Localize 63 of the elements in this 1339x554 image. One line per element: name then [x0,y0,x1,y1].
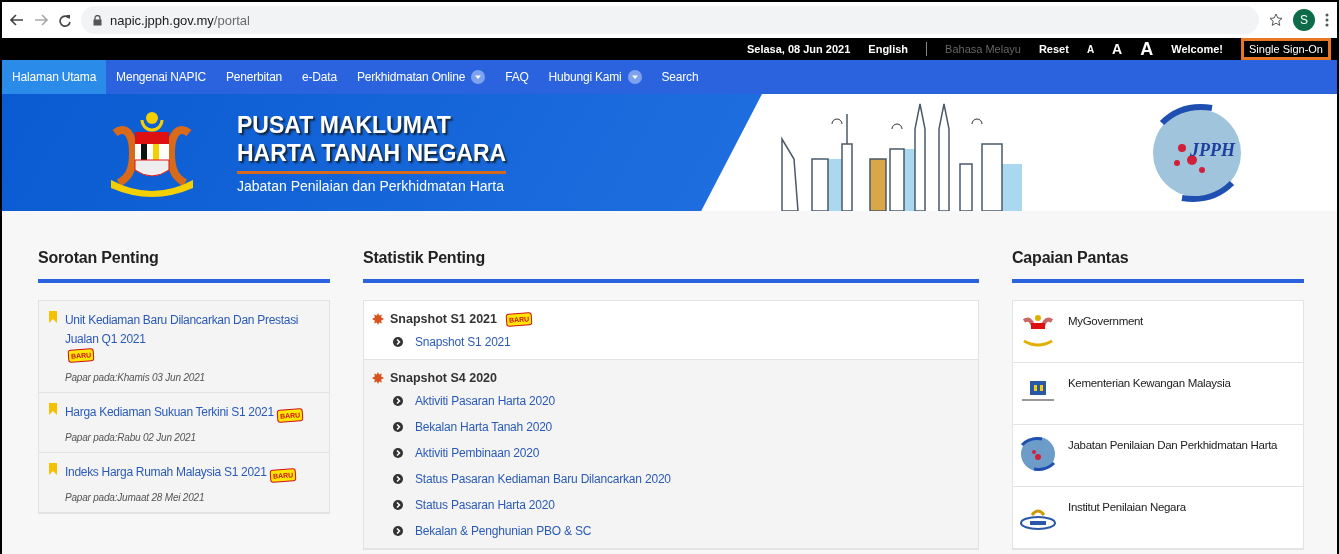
chevron-circle-icon [393,474,403,484]
language-link[interactable]: Bahasa Melayu [945,43,1021,55]
nav-tab[interactable]: Perkhidmatan Online [346,60,496,94]
bookmark-icon [49,403,57,415]
chevron-circle-icon [393,396,403,406]
quick-link[interactable]: Jabatan Penilaian Dan Perkhidmatan Harta [1013,425,1303,487]
profile-avatar[interactable]: S [1293,9,1315,31]
reload-icon[interactable] [58,13,71,27]
nav-tab[interactable]: Mengenai NAPIC [106,60,217,94]
date-text: Selasa, 08 Jun 2021 [747,43,851,55]
nav-tab[interactable]: Halaman Utama [2,60,107,94]
welcome-text: Welcome! [1171,43,1223,55]
lock-icon [93,14,102,26]
chevron-circle-icon [393,526,403,536]
banner-title: PUSAT MAKLUMAT [237,111,452,139]
bookmark-icon [49,311,57,323]
group-title: Snapshot S4 2020 [390,371,497,385]
section-heading: Sorotan Penting [38,249,330,283]
language-link[interactable]: English [868,43,909,55]
quick-link[interactable]: MyGovernment [1013,301,1303,363]
banner-title: HARTA TANAH NEGARA [237,139,507,167]
font-size-link[interactable]: A [1086,43,1095,55]
date-text: Papar pada:Rabu 02 Jun 2021 [65,432,197,443]
statistics-link[interactable]: Bekalan Harta Tanah 2020 [415,420,553,434]
url-text: napic.jpph.gov.my/portal [110,12,250,28]
statistics-link[interactable]: Aktiviti Pasaran Harta 2020 [415,394,555,408]
banner-subtitle: Jabatan Penilaian dan Perkhidmatan Harta [237,178,505,194]
back-arrow-icon[interactable] [10,14,24,26]
section-heading: Capaian Pantas [1012,249,1304,283]
statistics-link[interactable]: Status Pasaran Harta 2020 [415,498,555,512]
starburst-icon [372,372,384,384]
date-text: Papar pada:Jumaat 28 Mei 2021 [65,492,206,503]
bookmark-icon [49,463,57,475]
quick-link[interactable]: Kementerian Kewangan Malaysia [1013,363,1303,425]
section-heading: Statistik Penting [363,249,979,283]
chevron-circle-icon [393,448,403,458]
reset-link[interactable]: Reset [1038,43,1069,55]
starburst-icon [372,313,384,325]
chevron-circle-icon [393,500,403,510]
group-title: Snapshot S1 2021 [390,312,497,326]
statistics-link[interactable]: Aktiviti Pembinaan 2020 [415,446,540,460]
sign-on-link[interactable]: Single Sign-On [1241,38,1331,60]
chevron-circle-icon [393,337,403,347]
font-size-link[interactable]: A [1140,38,1154,60]
date-text: Papar pada:Khamis 03 Jun 2021 [65,372,206,383]
star-icon[interactable] [1269,13,1283,27]
quick-link[interactable]: Institut Penilaian Negara [1013,487,1303,549]
font-size-link[interactable]: A [1112,41,1123,57]
address-bar[interactable]: napic.jpph.gov.my/portal [81,6,1259,34]
statistics-link[interactable]: Snapshot S1 2021 [415,335,511,349]
statistics-link[interactable]: Bekalan & Penghunian PBO & SC [415,524,592,538]
nav-tab[interactable]: FAQ [495,60,539,94]
chevron-circle-icon [393,422,403,432]
statistics-link[interactable]: Status Pasaran Kediaman Baru Dilancarkan 2020 [415,472,671,486]
nav-tab[interactable]: Hubungi Kami [538,60,652,94]
more-menu-icon[interactable] [1325,13,1329,27]
news-link[interactable]: Unit Kediaman Baru Dilancarkan Dan Prestasi Jualan Q1 2021 [65,311,315,349]
nav-tab[interactable]: Search [651,60,709,94]
news-link[interactable]: Harga Kediaman Sukuan Terkini S1 2021 [65,403,274,422]
nav-tab[interactable]: Penerbitan [216,60,293,94]
nav-tab[interactable]: e-Data [292,60,347,94]
news-link[interactable]: Indeks Harga Rumah Malaysia S1 2021 [65,463,267,482]
globe-logo [1018,437,1058,471]
